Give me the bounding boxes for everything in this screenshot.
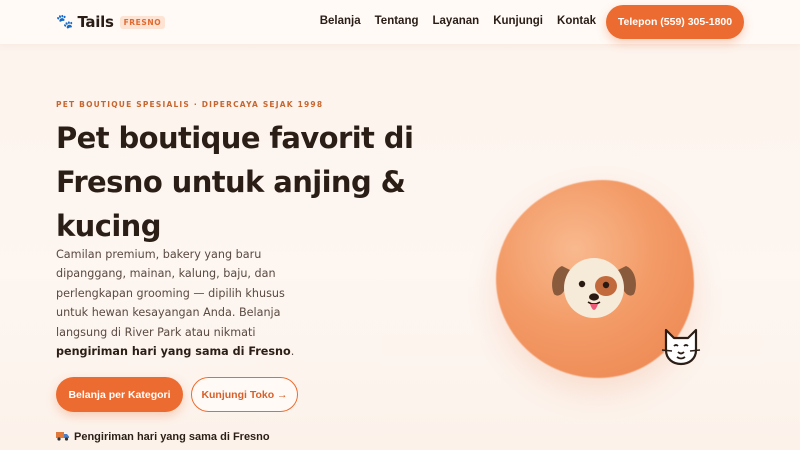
- hero-description-end: .: [290, 345, 295, 359]
- hero-description: Camilan premium, bakery yang baru dipang…: [56, 245, 296, 361]
- hero-eyebrow: PET BOUTIQUE SPESIALIS · DIPERCAYA SEJAK…: [56, 100, 324, 109]
- nav-link-kunjungi[interactable]: Kunjungi: [493, 15, 543, 27]
- visit-store-button[interactable]: Kunjungi Toko →: [191, 377, 298, 412]
- main-menu: Belanja Tentang Layanan Kunjungi Kontak: [306, 15, 596, 27]
- phone-call-button[interactable]: Telepon (559) 305-1800: [606, 5, 744, 39]
- brand-location-badge: FRESNO: [119, 15, 166, 29]
- nav-link-layanan[interactable]: Layanan: [433, 15, 480, 27]
- brand-name: Tails: [77, 13, 114, 31]
- hero-description-text: Camilan premium, bakery yang baru dipang…: [56, 248, 285, 339]
- top-navbar: 🐾 Tails FRESNO Belanja Tentang Layanan K…: [0, 0, 800, 44]
- delivery-note: Pengiriman hari yang sama di Fresno: [56, 430, 270, 444]
- nav-link-belanja[interactable]: Belanja: [320, 15, 361, 27]
- shop-by-category-button[interactable]: Belanja per Kategori: [56, 377, 183, 412]
- nav-link-tentang[interactable]: Tentang: [375, 15, 419, 27]
- cat-face-icon: [661, 328, 701, 366]
- hero-description-highlight: pengiriman hari yang sama di Fresno: [56, 345, 291, 359]
- hero-title: Pet boutique favorit di Fresno untuk anj…: [56, 121, 414, 243]
- nav-link-kontak[interactable]: Kontak: [557, 15, 596, 27]
- brand-logo[interactable]: 🐾 Tails FRESNO: [56, 13, 166, 31]
- dog-face-icon: [552, 258, 636, 318]
- delivery-note-text: Pengiriman hari yang sama di Fresno: [74, 431, 270, 443]
- truck-icon: [56, 430, 70, 444]
- paw-icon: 🐾: [56, 14, 74, 30]
